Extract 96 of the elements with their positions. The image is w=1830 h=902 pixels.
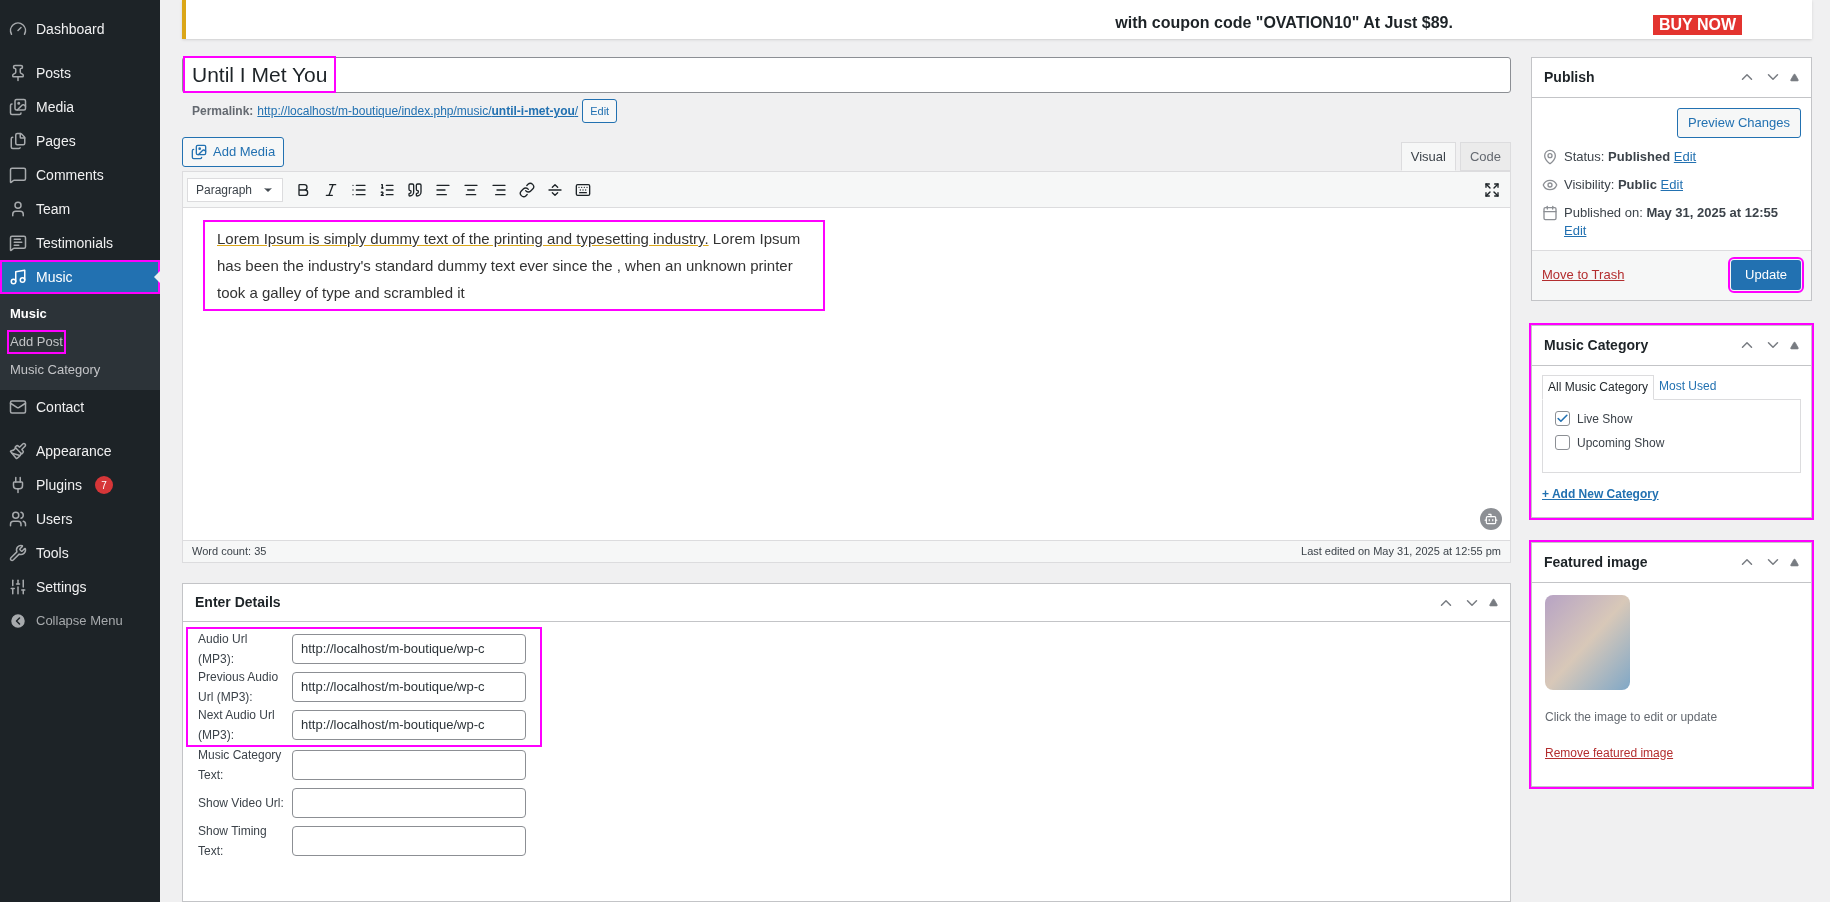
menu-item[interactable]: Appearance xyxy=(0,434,160,468)
post-content: Lorem Ipsum is simply dummy text of the printing and typesetting industry. Lorem Ipsum has been the industry's standard dummy text ever since the , when an unknown printer took a galley of type and scrambled it xyxy=(205,222,823,309)
menu-item[interactable]: Team xyxy=(0,192,160,226)
update-button[interactable]: Update xyxy=(1731,260,1801,290)
numbered-list-icon[interactable] xyxy=(379,181,395,198)
input-field[interactable] xyxy=(292,826,526,856)
box-title: Publish xyxy=(1544,67,1595,87)
menu-item[interactable]: Plugins 7 xyxy=(0,468,160,502)
box-title: Enter Details xyxy=(195,593,281,612)
menu-item[interactable]: Dashboard xyxy=(0,12,160,46)
edit-link[interactable]: Edit xyxy=(1673,148,1697,164)
input-field[interactable] xyxy=(292,788,526,818)
field-label: Show Timing Text: xyxy=(198,823,268,860)
permalink-label: Permalink: xyxy=(192,102,254,120)
move-to-trash-link[interactable]: Move to Trash xyxy=(1542,265,1625,285)
checkbox[interactable] xyxy=(1555,411,1570,426)
menu-item[interactable]: Settings xyxy=(0,570,160,604)
format-select[interactable]: Paragraph xyxy=(187,177,283,202)
field-label: Previous Audio Url (MP3): xyxy=(198,669,280,706)
add-category-link[interactable]: + Add New Category xyxy=(1542,484,1801,503)
input-field[interactable] xyxy=(292,750,526,780)
comment-icon xyxy=(9,166,27,184)
editor-tab[interactable]: Visual xyxy=(1400,142,1456,171)
collapse-icon[interactable] xyxy=(1790,557,1799,567)
link-icon[interactable] xyxy=(519,181,535,198)
quote-icon[interactable] xyxy=(407,181,423,198)
box-title: Featured image xyxy=(1544,552,1648,572)
edit-link[interactable]: Edit xyxy=(1660,176,1683,192)
editor-tab[interactable]: Code xyxy=(1459,142,1511,171)
media-icon xyxy=(191,144,207,160)
pin-icon xyxy=(9,64,27,82)
add-media-button[interactable]: Add Media xyxy=(182,137,285,167)
bold-icon[interactable] xyxy=(295,181,311,198)
category-tab[interactable]: All Music Category xyxy=(1542,374,1655,400)
promo-text: with coupon code "OVATION10" At Just $89. xyxy=(1115,12,1453,33)
menu-item[interactable]: Testimonials xyxy=(0,226,160,260)
sliders-icon xyxy=(9,578,27,596)
menu-item[interactable]: Music xyxy=(0,260,160,294)
menu-item[interactable]: Media xyxy=(0,90,160,124)
count-badge: 7 xyxy=(94,476,113,494)
preview-changes-button[interactable]: Preview Changes xyxy=(1677,107,1801,138)
fullscreen-icon[interactable] xyxy=(1484,181,1500,198)
publish-detail: Visibility: Public Edit xyxy=(1564,175,1683,194)
collapse-icon[interactable] xyxy=(1790,72,1799,82)
submenu-item[interactable]: Add Post xyxy=(9,332,64,352)
menu-item[interactable]: Tools xyxy=(0,536,160,570)
publish-detail: Status: Published Edit xyxy=(1564,147,1697,166)
edit-link[interactable]: Edit xyxy=(1564,222,1587,238)
collapse-icon[interactable] xyxy=(1489,598,1498,607)
title-field[interactable]: Until I Met You xyxy=(182,56,1511,93)
edit-button[interactable]: Edit xyxy=(582,98,618,123)
robot-icon[interactable] xyxy=(1480,508,1502,530)
menu-item[interactable]: Posts xyxy=(0,56,160,90)
current-arrow-icon xyxy=(154,271,160,283)
calendar-icon xyxy=(1542,204,1558,221)
word-count: Word count: 35 xyxy=(192,544,267,560)
user-icon xyxy=(9,200,27,218)
menu-item[interactable]: Contact xyxy=(0,390,160,424)
buy-now-button[interactable]: BUY NOW xyxy=(1652,14,1742,35)
permalink-link[interactable]: http://localhost/m-boutique/index.php/music/until-i-met-you/ xyxy=(257,101,579,120)
brush-icon xyxy=(9,442,27,460)
input-field[interactable]: http://localhost/m-boutique/wp-c xyxy=(292,634,526,664)
pin-icon xyxy=(1542,148,1558,165)
category-label: Live Show xyxy=(1577,410,1633,428)
field-label: Audio Url (MP3): xyxy=(198,631,249,668)
submenu-item[interactable]: Music xyxy=(9,304,48,324)
collapse-icon[interactable] xyxy=(1790,340,1799,350)
wrench-icon xyxy=(9,544,27,562)
field-label: Show Video Url: xyxy=(198,795,285,812)
images-icon xyxy=(9,98,27,116)
quote-bubble-icon xyxy=(9,234,27,252)
menu-item[interactable]: Pages xyxy=(0,124,160,158)
last-edited: Last edited on May 31, 2025 at 12:55 pm xyxy=(1301,544,1501,560)
italic-icon[interactable] xyxy=(323,181,339,198)
menu-item[interactable]: Users xyxy=(0,502,160,536)
field-label: Next Audio Url (MP3): xyxy=(198,707,276,744)
keyboard-icon[interactable] xyxy=(575,181,591,198)
envelope-icon xyxy=(9,398,27,416)
music-note-icon xyxy=(9,268,27,286)
submenu-item[interactable]: Music Category xyxy=(9,360,102,380)
input-field[interactable]: http://localhost/m-boutique/wp-c xyxy=(292,672,526,702)
remove-image-link[interactable]: Remove featured image xyxy=(1545,743,1798,762)
box-title: Music Category xyxy=(1544,335,1649,355)
gauge-icon xyxy=(9,20,27,38)
image-hint: Click the image to edit or update xyxy=(1545,708,1719,726)
collapse-menu-button[interactable]: Collapse Menu xyxy=(0,604,160,638)
category-label: Upcoming Show xyxy=(1577,434,1665,452)
pages-icon xyxy=(9,132,27,150)
input-field[interactable]: http://localhost/m-boutique/wp-c xyxy=(292,710,526,740)
field-label: Music Category Text: xyxy=(198,747,283,784)
menu-item[interactable]: Comments xyxy=(0,158,160,192)
read-more-icon[interactable] xyxy=(547,181,563,198)
publish-detail: Published on: May 31, 2025 at 12:55 Edit xyxy=(1564,203,1779,240)
category-tab[interactable]: Most Used xyxy=(1654,373,1722,399)
checkbox[interactable] xyxy=(1555,435,1570,450)
users-icon xyxy=(9,510,27,528)
